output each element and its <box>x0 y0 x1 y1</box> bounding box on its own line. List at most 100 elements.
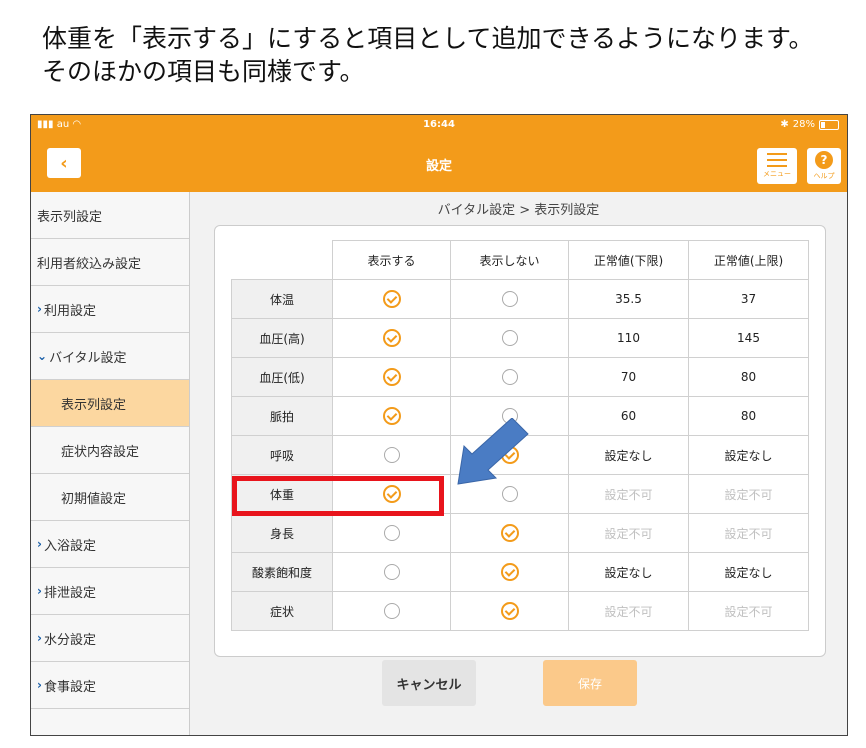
normal-upper-cell[interactable]: 設定なし <box>688 435 809 475</box>
sidebar-item-label: 利用者絞込み設定 <box>37 256 142 272</box>
normal-lower-cell[interactable]: 設定なし <box>568 435 689 475</box>
hide-option-cell[interactable] <box>450 318 569 358</box>
hamburger-icon <box>767 153 787 167</box>
column-header: 表示する <box>332 240 451 280</box>
hide-option-cell[interactable] <box>450 591 569 631</box>
normal-upper-cell[interactable]: 80 <box>688 396 809 436</box>
sidebar-item-meal[interactable]: › 食事設定 <box>31 662 189 709</box>
chevron-right-icon: › <box>37 537 42 551</box>
battery-icon <box>819 119 839 130</box>
normal-upper-cell: 設定不可 <box>688 591 809 631</box>
sidebar-item-excretion[interactable]: › 排泄設定 <box>31 568 189 615</box>
table-row: 酸素飽和度 設定なし 設定なし <box>231 552 809 592</box>
check-circle-icon[interactable] <box>382 329 401 347</box>
table-header-row: 表示する 表示しない 正常値(下限) 正常値(上限) <box>231 240 809 280</box>
radio-empty-icon[interactable] <box>501 486 518 502</box>
sidebar-item-label: 初期値設定 <box>61 491 127 507</box>
row-label: 血圧(高) <box>231 318 333 358</box>
hide-option-cell[interactable] <box>450 552 569 592</box>
show-option-cell[interactable] <box>332 435 451 475</box>
normal-upper-cell[interactable]: 37 <box>688 279 809 319</box>
column-header: 表示しない <box>450 240 569 280</box>
sidebar-item-user-filter[interactable]: 利用者絞込み設定 <box>31 239 189 286</box>
show-option-cell[interactable] <box>332 513 451 553</box>
normal-upper-cell: 設定不可 <box>688 474 809 514</box>
sidebar-item-hydration[interactable]: › 水分設定 <box>31 615 189 662</box>
normal-lower-cell[interactable]: 35.5 <box>568 279 689 319</box>
sidebar-item-label: 水分設定 <box>43 632 96 648</box>
radio-empty-icon[interactable] <box>501 330 518 346</box>
status-right: ✱ 28% <box>780 119 839 130</box>
check-circle-icon[interactable] <box>382 407 401 425</box>
check-circle-icon[interactable] <box>382 290 401 308</box>
normal-lower-cell: 設定不可 <box>568 474 689 514</box>
normal-lower-cell[interactable]: 70 <box>568 357 689 397</box>
battery-percent: 28% <box>792 119 815 130</box>
radio-empty-icon[interactable] <box>383 525 400 541</box>
chevron-right-icon: › <box>37 584 42 598</box>
sidebar-item-vital-display-columns[interactable]: 表示列設定 <box>31 380 189 427</box>
sidebar-item-label: 入浴設定 <box>43 538 96 554</box>
help-label: ヘルプ <box>813 172 835 180</box>
radio-empty-icon[interactable] <box>501 369 518 385</box>
normal-lower-cell[interactable]: 設定なし <box>568 552 689 592</box>
app-screen: ▮▮▮ au ◠ 16:44 ✱ 28% ‹ 設定 メニュー ? ヘルプ 表示列… <box>30 114 848 736</box>
sidebar-item-usage[interactable]: › 利用設定 <box>31 286 189 333</box>
table-row: 血圧(高) 110 145 <box>231 318 809 358</box>
navigation-bar: ‹ 設定 メニュー ? ヘルプ <box>31 135 847 192</box>
show-option-cell[interactable] <box>332 357 451 397</box>
settings-sidebar: 表示列設定 利用者絞込み設定 › 利用設定 ⌄ バイタル設定 表示列設定 症状内容設… <box>31 192 190 735</box>
status-bar: ▮▮▮ au ◠ 16:44 ✱ 28% <box>31 115 847 135</box>
sidebar-item-label: 排泄設定 <box>43 585 96 601</box>
column-header: 正常値(上限) <box>688 240 809 280</box>
check-circle-icon[interactable] <box>500 524 519 542</box>
sidebar-item-display-columns[interactable]: 表示列設定 <box>31 192 189 239</box>
row-label: 血圧(低) <box>231 357 333 397</box>
check-circle-icon[interactable] <box>500 602 519 620</box>
normal-upper-cell: 設定不可 <box>688 513 809 553</box>
sidebar-item-label: 症状内容設定 <box>61 444 140 460</box>
sidebar-item-label: 食事設定 <box>43 679 96 695</box>
sidebar-item-bathing[interactable]: › 入浴設定 <box>31 521 189 568</box>
page-title: 設定 <box>425 159 452 174</box>
hide-option-cell[interactable] <box>450 279 569 319</box>
show-option-cell[interactable] <box>332 279 451 319</box>
row-label: 体温 <box>231 279 333 319</box>
help-icon: ? <box>815 151 833 169</box>
radio-empty-icon[interactable] <box>383 447 400 463</box>
radio-empty-icon[interactable] <box>383 564 400 580</box>
radio-empty-icon[interactable] <box>383 603 400 619</box>
help-button[interactable]: ? ヘルプ <box>807 148 841 184</box>
sidebar-item-initial-values[interactable]: 初期値設定 <box>31 474 189 521</box>
chevron-down-icon: ⌄ <box>37 349 48 363</box>
show-option-cell[interactable] <box>332 318 451 358</box>
sidebar-item-symptom-content[interactable]: 症状内容設定 <box>31 427 189 474</box>
hide-option-cell[interactable] <box>450 357 569 397</box>
check-circle-icon[interactable] <box>382 368 401 386</box>
cancel-button[interactable]: キャンセル <box>382 660 476 706</box>
normal-lower-cell[interactable]: 60 <box>568 396 689 436</box>
show-option-cell[interactable] <box>332 591 451 631</box>
bluetooth-icon: ✱ <box>780 119 789 130</box>
save-button[interactable]: 保存 <box>543 660 637 706</box>
normal-upper-cell[interactable]: 80 <box>688 357 809 397</box>
normal-upper-cell[interactable]: 145 <box>688 318 809 358</box>
table-row: 身長 設定不可 設定不可 <box>231 513 809 553</box>
sidebar-item-label: 表示列設定 <box>37 209 103 225</box>
row-label: 酸素飽和度 <box>231 552 333 592</box>
show-option-cell[interactable] <box>332 552 451 592</box>
menu-label: メニュー <box>763 170 791 178</box>
show-option-cell[interactable] <box>332 396 451 436</box>
radio-empty-icon[interactable] <box>501 291 518 307</box>
sidebar-item-vital[interactable]: ⌄ バイタル設定 <box>31 333 189 380</box>
check-circle-icon[interactable] <box>500 563 519 581</box>
sidebar-item-label: バイタル設定 <box>49 350 127 366</box>
table-row: 血圧(低) 70 80 <box>231 357 809 397</box>
menu-button[interactable]: メニュー <box>757 148 797 184</box>
sidebar-item-label: 利用設定 <box>43 303 96 319</box>
normal-upper-cell[interactable]: 設定なし <box>688 552 809 592</box>
caption-line-2: そのほかの項目も同様です。 <box>42 57 365 86</box>
normal-lower-cell[interactable]: 110 <box>568 318 689 358</box>
row-label: 身長 <box>231 513 333 553</box>
hide-option-cell[interactable] <box>450 513 569 553</box>
